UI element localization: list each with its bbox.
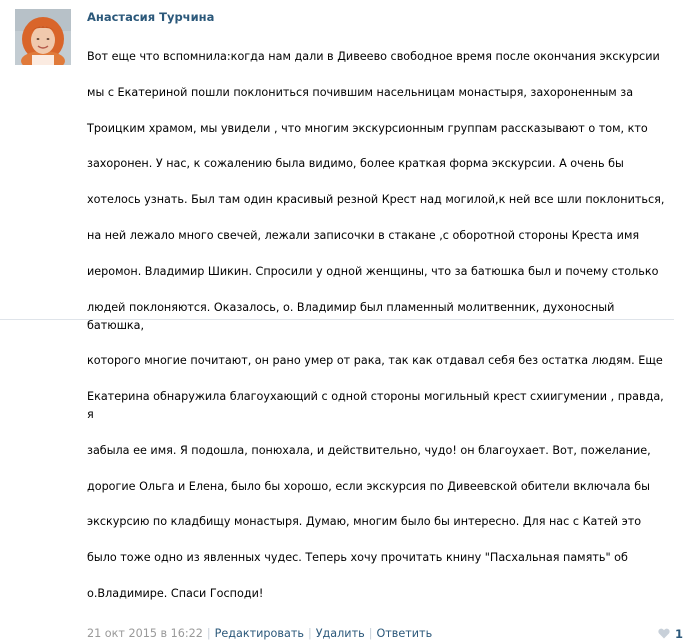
comment-text-line: дорогие Ольга и Елена, было бы хорошо, е… xyxy=(87,479,650,493)
comment-date[interactable]: 21 окт 2015 в 16:22 xyxy=(87,626,203,642)
comment-text-line: Вот еще что вспомнила:когда нам дали в Д… xyxy=(87,49,660,63)
meta-separator: | xyxy=(368,626,373,640)
comment-text-line: иеромон. Владимир Шикин. Спросили у одно… xyxy=(87,264,659,278)
comment-text-line: на ней лежало много свечей, лежали запис… xyxy=(87,228,640,242)
comment-body: Анастасия Турчина Вот еще что вспомнила:… xyxy=(87,9,683,642)
comment-text-line: было тоже одно из явленных чудес. Теперь… xyxy=(87,551,628,565)
author-name[interactable]: Анастасия Турчина xyxy=(87,9,673,26)
avatar-photo xyxy=(15,9,71,65)
comment-text-line: которого многие почитают, он рано умер о… xyxy=(87,354,663,368)
comment-text-line: мы с Екатериной пошли поклониться почивш… xyxy=(87,85,634,99)
comment-text-line: захоронен. У нас, к сожалению была видим… xyxy=(87,157,624,171)
comment-text-line: людей поклоняются. Оказалось, о. Владими… xyxy=(87,300,615,332)
like-count: 1 xyxy=(674,626,683,641)
comment-text-line: забыла ее имя. Я подошла, понюхала, и де… xyxy=(87,443,651,457)
comment-text-line: Екатерина обнаружила благоухающий с одно… xyxy=(87,390,664,422)
comment-text-line: хотелось узнать. Был там один красивый р… xyxy=(87,193,665,207)
delete-link[interactable]: Удалить xyxy=(316,626,365,642)
like-button[interactable]: 1 xyxy=(658,626,683,642)
edit-link[interactable]: Редактировать xyxy=(215,626,304,642)
reply-link[interactable]: Ответить xyxy=(376,626,432,642)
heart-icon xyxy=(658,629,670,639)
comment-text: Вот еще что вспомнила:когда нам дали в Д… xyxy=(87,30,673,621)
meta-separator: | xyxy=(307,626,312,640)
avatar[interactable] xyxy=(15,9,71,65)
comment-text-line: экскурсию по кладбищу монастыря. Думаю, … xyxy=(87,515,642,529)
comment-meta: 21 окт 2015 в 16:22 | Редактировать | Уд… xyxy=(87,626,683,642)
comment-divider xyxy=(0,319,674,320)
meta-separator: | xyxy=(206,626,211,640)
comment-text-line: Троицким храмом, мы увидели , что многим… xyxy=(87,121,648,135)
comment-text-line: о.Владимире. Спаси Господи! xyxy=(87,587,264,601)
